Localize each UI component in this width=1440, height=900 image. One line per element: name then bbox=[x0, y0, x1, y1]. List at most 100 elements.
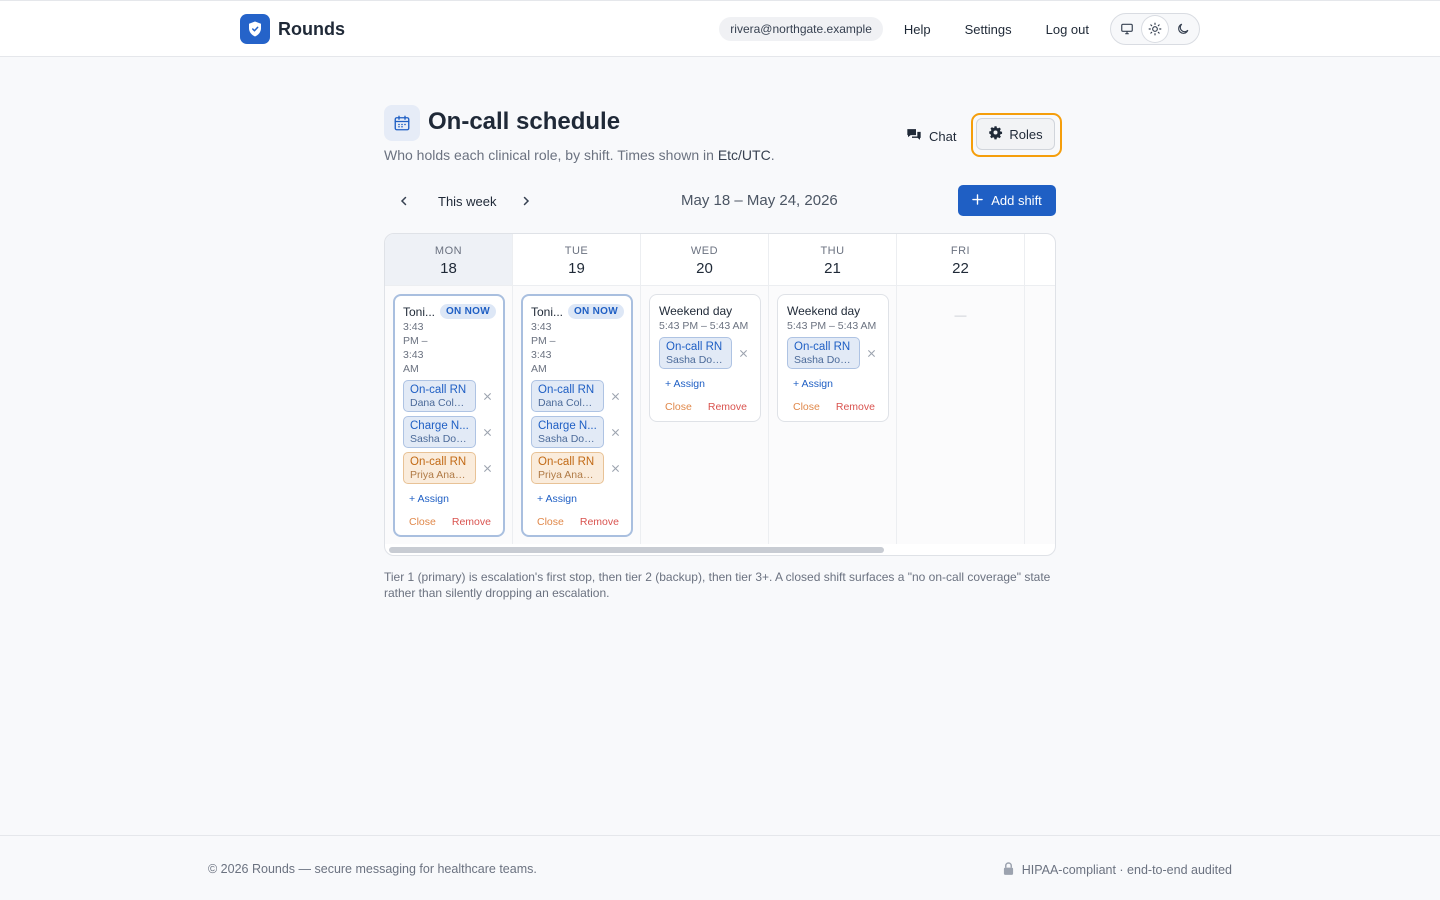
shift-card[interactable]: Weekend day 5:43 PM – 5:43 AM On-call RN… bbox=[649, 294, 761, 422]
shift-time: 3:43 PM – 3:43 AM bbox=[531, 321, 556, 375]
shift-time: 5:43 PM – 5:43 AM bbox=[659, 320, 749, 332]
role-name: On-call RN bbox=[538, 456, 595, 468]
shift-name: Toni... bbox=[403, 304, 436, 319]
close-shift-link[interactable]: Close bbox=[665, 401, 692, 413]
role-name: On-call RN bbox=[410, 384, 467, 396]
role-name: On-call RN bbox=[538, 384, 595, 396]
role-person: Sasha Doyl... bbox=[666, 354, 726, 366]
assignment: Charge N... Sasha Doyl... bbox=[403, 416, 496, 448]
help-link[interactable]: Help bbox=[904, 22, 931, 37]
add-shift-button[interactable]: Add shift bbox=[958, 185, 1056, 216]
close-icon[interactable] bbox=[479, 423, 496, 441]
day-number: 20 bbox=[696, 260, 713, 277]
role-pill[interactable]: On-call RN Priya Anan... bbox=[403, 452, 477, 484]
close-icon[interactable] bbox=[863, 344, 880, 362]
shift-card[interactable]: Weekend day 5:43 PM – 5:43 AM On-call RN… bbox=[777, 294, 889, 422]
day-header: TUE 19 bbox=[513, 234, 640, 286]
role-person: Priya Anan... bbox=[410, 469, 470, 481]
settings-link[interactable]: Settings bbox=[965, 22, 1012, 37]
brand-name: Rounds bbox=[278, 18, 345, 39]
role-pill[interactable]: On-call RN Priya Anan... bbox=[531, 452, 605, 484]
assignment: On-call RN Dana Cole, ... bbox=[531, 380, 624, 412]
close-icon[interactable] bbox=[607, 387, 624, 405]
footer: © 2026 Rounds — secure messaging for hea… bbox=[0, 835, 1440, 900]
remove-shift-link[interactable]: Remove bbox=[836, 401, 875, 413]
remove-shift-link[interactable]: Remove bbox=[452, 516, 491, 528]
close-shift-link[interactable]: Close bbox=[409, 516, 436, 528]
day-of-week: FRI bbox=[950, 245, 971, 257]
chevron-left-icon[interactable] bbox=[394, 191, 414, 211]
assign-link[interactable]: + Assign bbox=[409, 493, 496, 505]
shift-name: Weekend day bbox=[787, 304, 861, 318]
role-pill[interactable]: On-call RN Sasha Doyl... bbox=[659, 337, 733, 369]
day-header: MON 18 bbox=[385, 234, 512, 286]
sun-icon[interactable] bbox=[1142, 16, 1168, 42]
close-icon[interactable] bbox=[479, 459, 496, 477]
assignment: On-call RN Priya Anan... bbox=[531, 452, 624, 484]
moon-icon[interactable] bbox=[1170, 16, 1196, 42]
role-pill[interactable]: On-call RN Dana Cole, ... bbox=[403, 380, 477, 412]
chat-button[interactable]: Chat bbox=[906, 125, 956, 147]
assign-link[interactable]: + Assign bbox=[537, 493, 624, 505]
lock-icon bbox=[1003, 862, 1014, 878]
close-icon[interactable] bbox=[607, 459, 624, 477]
assign-link[interactable]: + Assign bbox=[665, 378, 752, 390]
shift-card[interactable]: Toni... ON NOW 3:43 PM – 3:43 AM On-call… bbox=[521, 294, 633, 537]
monitor-icon[interactable] bbox=[1114, 16, 1140, 42]
role-pill[interactable]: Charge N... Sasha Doyl... bbox=[403, 416, 477, 448]
footer-compliance: HIPAA-compliant · end-to-end audited bbox=[1003, 862, 1232, 878]
close-icon[interactable] bbox=[479, 387, 496, 405]
scrollbar-thumb[interactable] bbox=[389, 547, 884, 553]
role-pill[interactable]: On-call RN Sasha Doyl... bbox=[787, 337, 861, 369]
top-bar: Rounds rivera@northgate.example Help Set… bbox=[0, 0, 1440, 57]
assign-link[interactable]: + Assign bbox=[793, 378, 880, 390]
horizontal-scrollbar[interactable] bbox=[387, 547, 1055, 554]
role-person: Priya Anan... bbox=[538, 469, 598, 481]
timezone: Etc/UTC bbox=[717, 147, 771, 163]
close-icon[interactable] bbox=[607, 423, 624, 441]
day-of-week: WED bbox=[690, 245, 719, 257]
day-number: 18 bbox=[440, 260, 457, 277]
escalation-footnote: Tier 1 (primary) is escalation's first s… bbox=[384, 570, 1051, 600]
close-shift-link[interactable]: Close bbox=[793, 401, 820, 413]
this-week-button[interactable]: This week bbox=[438, 194, 497, 209]
add-shift-label: Add shift bbox=[991, 193, 1042, 208]
role-person: Sasha Doyl... bbox=[538, 433, 598, 445]
user-email[interactable]: rivera@northgate.example bbox=[719, 17, 883, 41]
date-range: May 18 – May 24, 2026 bbox=[681, 192, 838, 209]
brand[interactable]: Rounds bbox=[240, 13, 345, 45]
roles-button[interactable]: Roles bbox=[976, 118, 1055, 150]
role-name: Charge N... bbox=[410, 420, 469, 432]
day-column-thu: THU 21 Weekend day 5:43 PM – 5:43 AM On-… bbox=[769, 234, 897, 544]
role-name: On-call RN bbox=[410, 456, 467, 468]
shift-name: Toni... bbox=[531, 304, 564, 319]
role-pill[interactable]: Charge N... Sasha Doyl... bbox=[531, 416, 605, 448]
close-icon[interactable] bbox=[735, 344, 752, 362]
assignment: On-call RN Priya Anan... bbox=[403, 452, 496, 484]
day-body: — bbox=[897, 286, 1024, 544]
plus-icon bbox=[972, 193, 983, 208]
assignment: On-call RN Sasha Doyl... bbox=[659, 337, 752, 369]
day-number: 22 bbox=[952, 260, 969, 277]
day-number: 19 bbox=[568, 260, 585, 277]
remove-shift-link[interactable]: Remove bbox=[708, 401, 747, 413]
remove-shift-link[interactable]: Remove bbox=[580, 516, 619, 528]
shift-card[interactable]: Toni... ON NOW 3:43 PM – 3:43 AM On-call… bbox=[393, 294, 505, 537]
day-body: Toni... ON NOW 3:43 PM – 3:43 AM On-call… bbox=[385, 286, 512, 544]
chevron-right-icon[interactable] bbox=[516, 191, 536, 211]
assignment: Charge N... Sasha Doyl... bbox=[531, 416, 624, 448]
day-header bbox=[1025, 234, 1055, 286]
header-nav: rivera@northgate.example Help Settings L… bbox=[719, 13, 1200, 45]
logout-link[interactable]: Log out bbox=[1046, 22, 1089, 37]
day-column-fri: FRI 22 — bbox=[897, 234, 1025, 544]
role-name: Charge N... bbox=[538, 420, 597, 432]
role-person: Dana Cole, ... bbox=[538, 397, 598, 409]
on-now-badge: ON NOW bbox=[567, 304, 624, 319]
assignment: On-call RN Sasha Doyl... bbox=[787, 337, 880, 369]
role-pill[interactable]: On-call RN Dana Cole, ... bbox=[531, 380, 605, 412]
gear-icon bbox=[988, 125, 1003, 143]
role-name: On-call RN bbox=[666, 341, 723, 353]
day-of-week: THU bbox=[820, 245, 845, 257]
close-shift-link[interactable]: Close bbox=[537, 516, 564, 528]
week-controls: This week May 18 – May 24, 2026 Add shif… bbox=[384, 185, 1056, 217]
